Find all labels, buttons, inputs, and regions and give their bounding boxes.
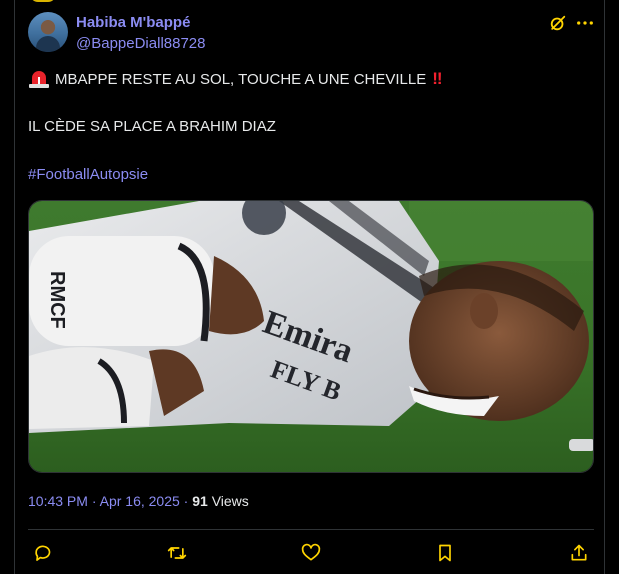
player-photo: Emira FLY B RMCF [29, 201, 593, 472]
like-icon[interactable] [301, 543, 321, 563]
double-exclamation-emoji: ‼ [432, 69, 442, 88]
tweet-text-first: MBAPPE RESTE AU SOL, TOUCHE A UNE CHEVIL… [55, 70, 427, 88]
tweet-date[interactable]: Apr 16, 2025 [100, 493, 180, 509]
author-handle[interactable]: @BappeDiall88728 [76, 35, 206, 52]
divider [28, 529, 594, 530]
views-count: 91 [192, 493, 208, 509]
meta-separator: · [179, 493, 193, 509]
siren-emoji [29, 71, 49, 88]
retweet-icon[interactable] [167, 543, 187, 563]
tweet-text-second: IL CÈDE SA PLACE A BRAHIM DIAZ [28, 118, 276, 135]
hashtag-link[interactable]: #FootballAutopsie [28, 166, 148, 183]
share-icon[interactable] [569, 543, 589, 563]
tweet-media-image[interactable]: Emira FLY B RMCF [28, 200, 594, 473]
grok-icon[interactable] [549, 14, 567, 32]
tweet-meta: 10:43 PM · Apr 16, 2025 · 91 Views [28, 493, 249, 509]
tweet-time[interactable]: 10:43 PM [28, 493, 88, 509]
reply-icon[interactable] [32, 543, 52, 563]
more-icon[interactable] [576, 14, 594, 32]
bookmark-icon[interactable] [435, 543, 455, 563]
author-display-name[interactable]: Habiba M'bappé [76, 14, 190, 31]
sock-logo-text: RMCF [46, 271, 68, 329]
tweet-text-line-1: MBAPPE RESTE AU SOL, TOUCHE A UNE CHEVIL… [28, 69, 443, 89]
views-label: Views [207, 493, 249, 509]
meta-separator: · [87, 493, 100, 509]
avatar[interactable] [28, 12, 68, 52]
